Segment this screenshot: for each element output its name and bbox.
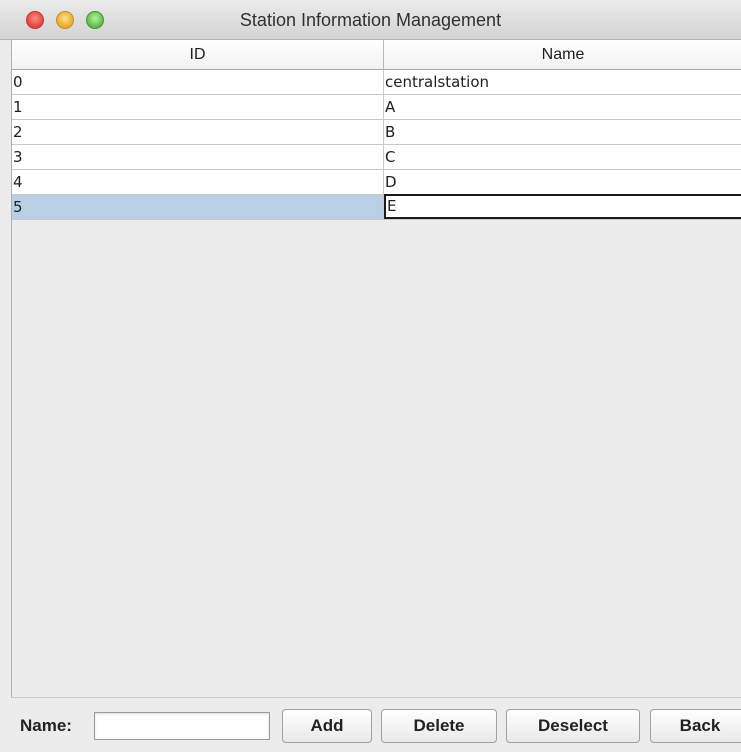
table-row[interactable]: 3 C: [12, 145, 741, 170]
cell-id[interactable]: 2: [12, 120, 384, 144]
column-header-id[interactable]: ID: [12, 40, 384, 70]
table-row[interactable]: 0 centralstation: [12, 70, 741, 95]
station-table[interactable]: ID Name 0 centralstation 1 A 2 B 3 C 4 D: [11, 40, 741, 698]
table-body: 0 centralstation 1 A 2 B 3 C 4 D 5 E: [12, 70, 741, 220]
cell-id[interactable]: 1: [12, 95, 384, 119]
table-row[interactable]: 1 A: [12, 95, 741, 120]
bottom-toolbar: Name: Add Delete Deselect Back: [0, 698, 741, 752]
table-row[interactable]: 2 B: [12, 120, 741, 145]
cell-name[interactable]: B: [384, 120, 741, 144]
cell-id[interactable]: 0: [12, 70, 384, 94]
back-button[interactable]: Back: [650, 709, 741, 743]
column-header-name[interactable]: Name: [384, 40, 741, 70]
table-row[interactable]: 4 D: [12, 170, 741, 195]
cell-name[interactable]: centralstation: [384, 70, 741, 94]
cell-name[interactable]: D: [384, 170, 741, 194]
deselect-button[interactable]: Deselect: [506, 709, 640, 743]
table-header: ID Name: [12, 40, 741, 70]
table-row-selected[interactable]: 5 E: [12, 194, 741, 220]
name-input[interactable]: [94, 712, 270, 740]
cell-name-focused[interactable]: E: [384, 194, 741, 219]
cell-id[interactable]: 4: [12, 170, 384, 194]
name-label: Name:: [20, 716, 72, 735]
cell-name[interactable]: A: [384, 95, 741, 119]
cell-id[interactable]: 5: [12, 195, 384, 219]
window-title: Station Information Management: [239, 10, 502, 30]
cell-id[interactable]: 3: [12, 145, 384, 169]
title-bar[interactable]: Station Information Management: [0, 0, 741, 40]
add-button[interactable]: Add: [282, 709, 372, 743]
delete-button[interactable]: Delete: [381, 709, 497, 743]
cell-name[interactable]: C: [384, 145, 741, 169]
station-window: Station Information Management ID Name 0…: [0, 0, 741, 752]
